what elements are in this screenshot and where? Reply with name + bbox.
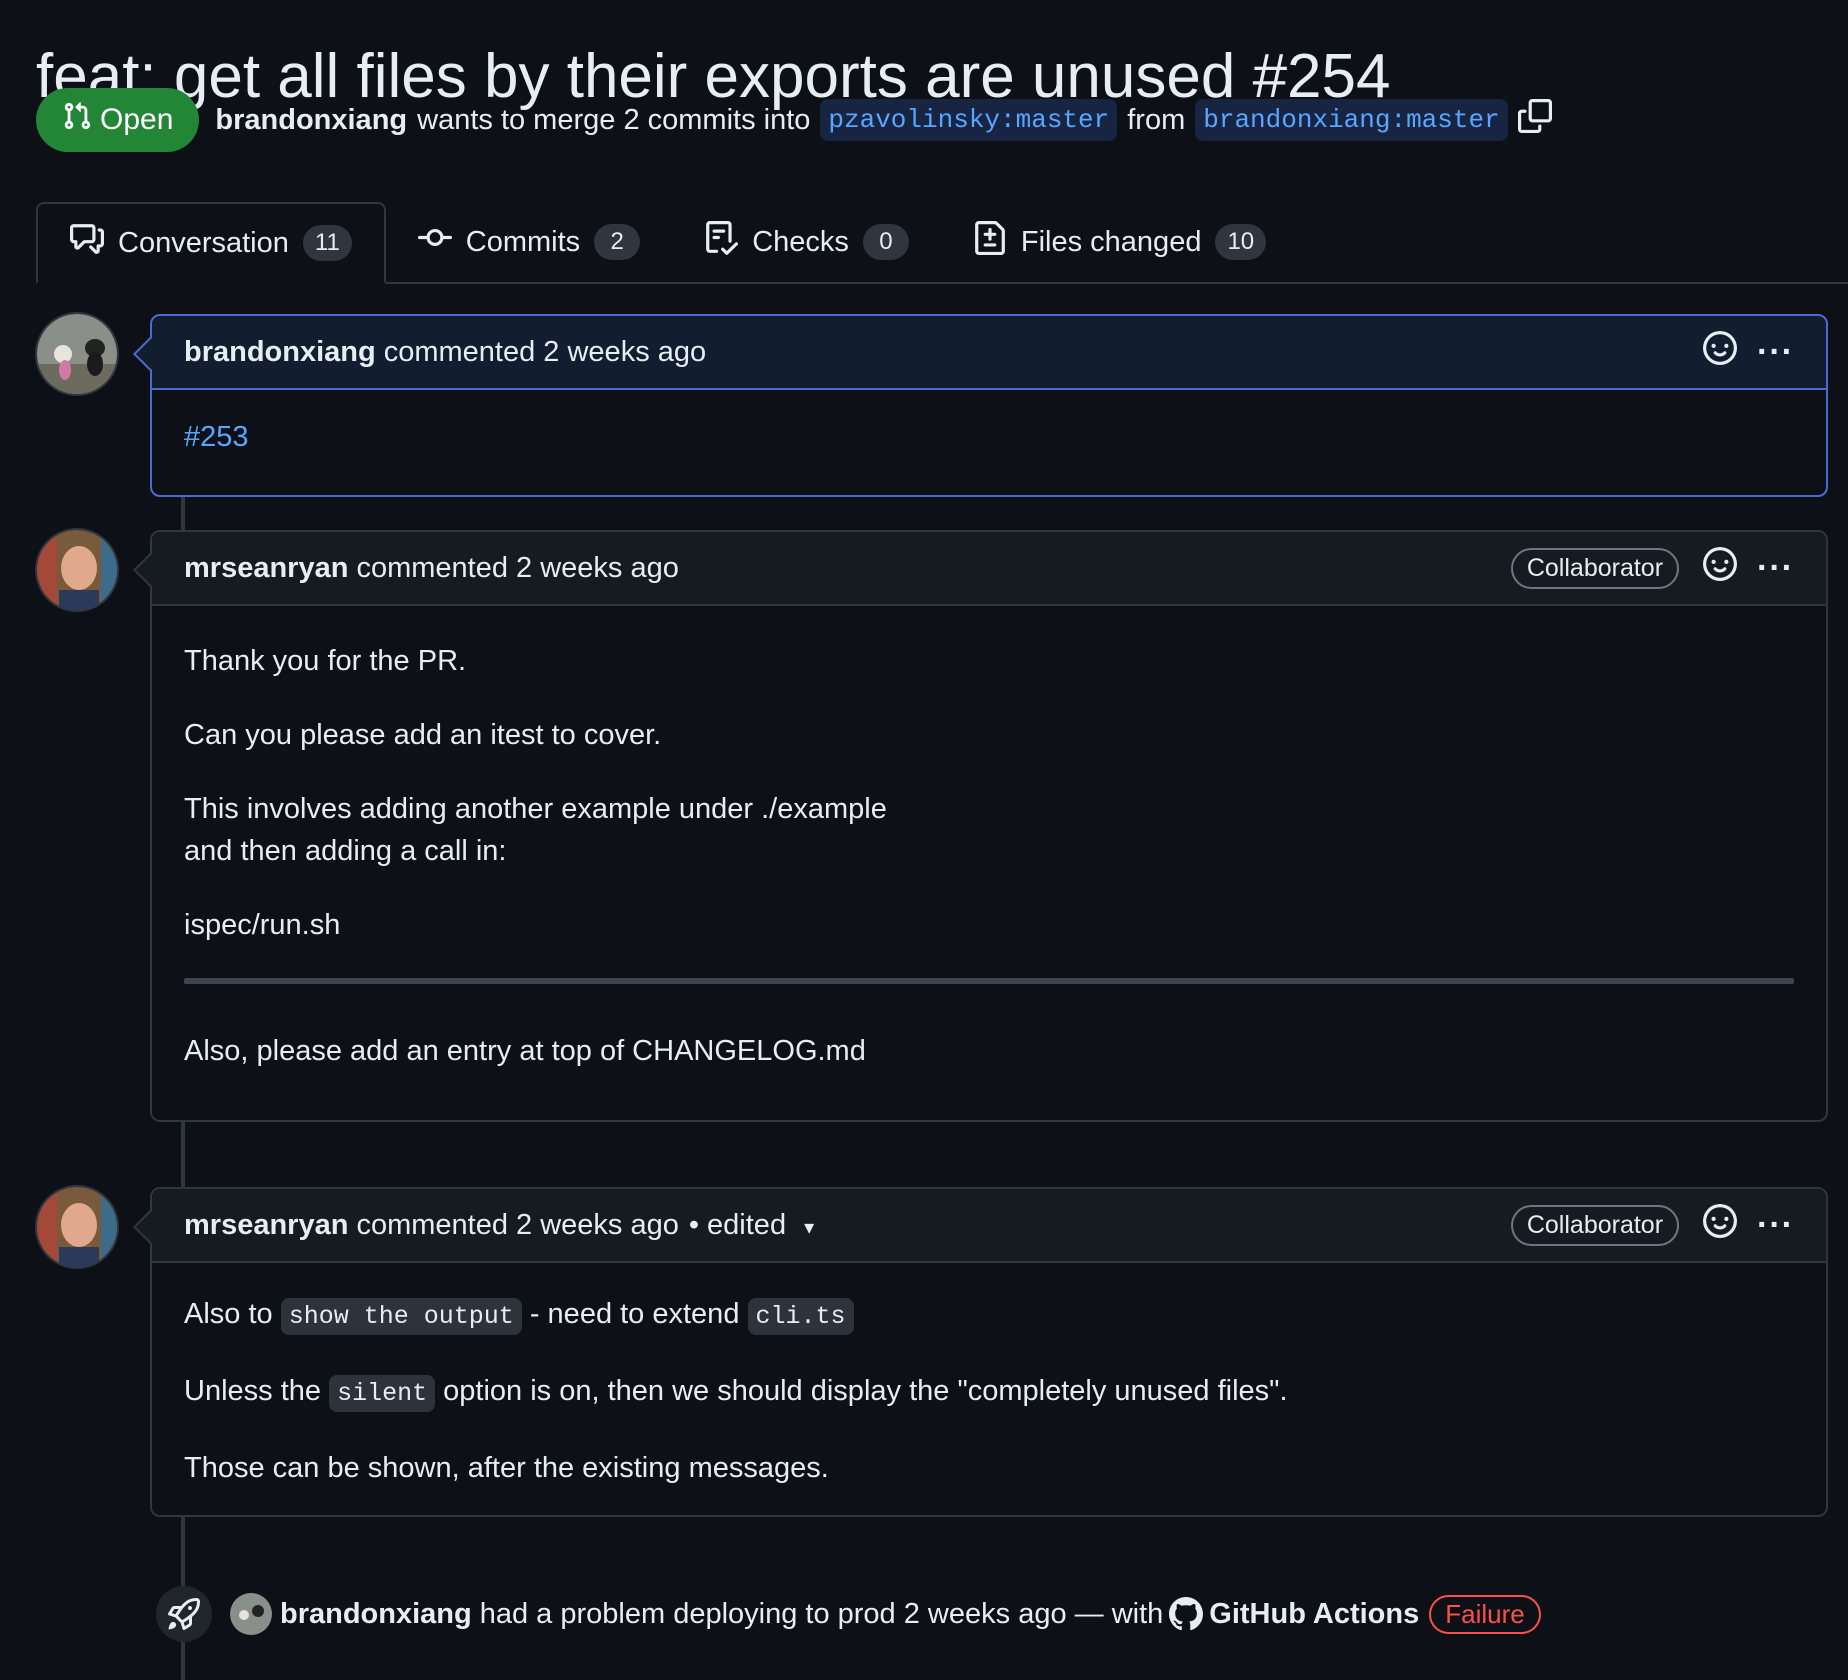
- tab-files-changed[interactable]: Files changed 10: [941, 202, 1298, 282]
- comment-discussion-icon: [70, 222, 104, 264]
- base-branch[interactable]: pzavolinsky:master: [820, 99, 1118, 141]
- comment-body: Thank you for the PR. Can you please add…: [152, 606, 1826, 1098]
- failure-badge[interactable]: Failure: [1429, 1594, 1541, 1634]
- pr-tabs: Conversation 11 Commits 2 Checks 0 Files…: [36, 202, 1848, 284]
- checklist-icon: [704, 221, 739, 263]
- merge-text: wants to merge 2 commits into: [417, 103, 811, 136]
- comment-line: and then adding a call in:: [184, 835, 507, 867]
- git-commit-icon: [417, 221, 452, 263]
- mark-github-icon: [1169, 1597, 1204, 1631]
- state-badge: Open: [36, 88, 200, 152]
- kebab-horizontal-icon[interactable]: ···: [1757, 335, 1794, 369]
- git-pull-request-icon: [62, 101, 92, 139]
- file-diff-icon: [973, 221, 1007, 263]
- tab-commits[interactable]: Commits 2: [386, 202, 672, 282]
- rocket-icon: [156, 1586, 212, 1642]
- comment-paragraph: Can you please add an itest to cover.: [184, 719, 662, 751]
- merge-summary: brandonxiang wants to merge 2 commits in…: [215, 99, 1552, 141]
- comment-author[interactable]: mrseanryan: [184, 552, 348, 585]
- edited-dropdown[interactable]: • edited ▾: [689, 1209, 814, 1242]
- collaborator-badge: Collaborator: [1510, 547, 1680, 589]
- comment-card: mrseanryan commented 2 weeks ago • edite…: [150, 1187, 1828, 1517]
- deployment-event: brandonxiang had a problem deploying to …: [156, 1584, 1541, 1644]
- tab-count: 11: [302, 225, 352, 261]
- comment-timestamp[interactable]: commented 2 weeks ago: [384, 336, 706, 369]
- comment-author[interactable]: mrseanryan: [184, 1209, 348, 1242]
- avatar[interactable]: [35, 312, 119, 396]
- inline-code: show the output: [280, 1298, 522, 1335]
- tab-label: Files changed: [1020, 225, 1202, 258]
- avatar[interactable]: [230, 1593, 272, 1635]
- event-actor[interactable]: brandonxiang: [280, 1598, 472, 1631]
- edited-label: • edited: [688, 1208, 787, 1241]
- comment-body: Also to show the output - need to extend…: [152, 1263, 1826, 1515]
- comment-body: #253: [152, 390, 1826, 484]
- comment-paragraph: Also, please add an entry at top of CHAN…: [184, 1035, 866, 1067]
- comment-timestamp[interactable]: commented 2 weeks ago: [356, 1209, 678, 1242]
- head-branch[interactable]: brandonxiang:master: [1195, 99, 1508, 141]
- tab-conversation[interactable]: Conversation 11: [36, 202, 386, 284]
- tab-label: Conversation: [118, 226, 289, 259]
- comment-author[interactable]: brandonxiang: [184, 336, 376, 369]
- comment-text: Unless the: [184, 1375, 322, 1407]
- comment-paragraph: ispec/run.sh: [184, 909, 341, 941]
- copy-icon[interactable]: [1517, 99, 1552, 141]
- pr-author-link[interactable]: brandonxiang: [215, 104, 407, 137]
- comment-paragraph: Thank you for the PR.: [184, 645, 467, 677]
- smiley-icon[interactable]: [1703, 1204, 1738, 1246]
- tab-label: Checks: [752, 225, 849, 258]
- avatar[interactable]: [35, 528, 119, 612]
- comment-paragraph: Also to show the output - need to extend…: [184, 1293, 1794, 1338]
- kebab-horizontal-icon[interactable]: ···: [1757, 551, 1794, 585]
- triangle-down-icon: ▾: [804, 1216, 815, 1239]
- pr-state-row: Open brandonxiang wants to merge 2 commi…: [36, 88, 1552, 152]
- inline-code: cli.ts: [747, 1298, 854, 1335]
- comment-card: brandonxiang commented 2 weeks ago ··· #…: [150, 314, 1828, 497]
- horizontal-rule: [184, 978, 1794, 984]
- comment-paragraph: Unless the silent option is on, then we …: [184, 1370, 1794, 1415]
- tab-checks[interactable]: Checks 0: [672, 202, 941, 282]
- comment-card: mrseanryan commented 2 weeks ago Collabo…: [150, 530, 1828, 1122]
- app-name: GitHub Actions: [1209, 1597, 1420, 1630]
- tab-label: Commits: [465, 225, 581, 258]
- comment-text: option is on, then we should display the…: [443, 1375, 1288, 1407]
- smiley-icon[interactable]: [1703, 331, 1738, 373]
- kebab-horizontal-icon[interactable]: ···: [1757, 1208, 1794, 1242]
- comment-header: mrseanryan commented 2 weeks ago • edite…: [152, 1189, 1826, 1263]
- issue-link[interactable]: #253: [184, 421, 249, 453]
- comment-paragraph: Those can be shown, after the existing m…: [184, 1452, 829, 1484]
- from-text: from: [1127, 103, 1186, 136]
- inline-code: silent: [329, 1375, 436, 1412]
- state-label: Open: [100, 103, 174, 136]
- tab-count: 10: [1215, 224, 1267, 260]
- comment-timestamp[interactable]: commented 2 weeks ago: [356, 552, 678, 585]
- comment-text: - need to extend: [529, 1298, 740, 1330]
- collaborator-badge: Collaborator: [1510, 1204, 1680, 1246]
- tab-count: 0: [862, 224, 909, 260]
- comment-text: Also to: [184, 1298, 273, 1330]
- smiley-icon[interactable]: [1703, 547, 1738, 589]
- avatar[interactable]: [35, 1185, 119, 1269]
- comment-paragraph: This involves adding another example und…: [184, 788, 1794, 872]
- event-text: had a problem deploying to prod 2 weeks …: [479, 1597, 1164, 1630]
- comment-header: mrseanryan commented 2 weeks ago Collabo…: [152, 532, 1826, 606]
- comment-line: This involves adding another example und…: [184, 793, 887, 825]
- tab-count: 2: [594, 224, 641, 260]
- github-actions-link[interactable]: GitHub Actions: [1169, 1597, 1419, 1631]
- comment-header: brandonxiang commented 2 weeks ago ···: [152, 316, 1826, 390]
